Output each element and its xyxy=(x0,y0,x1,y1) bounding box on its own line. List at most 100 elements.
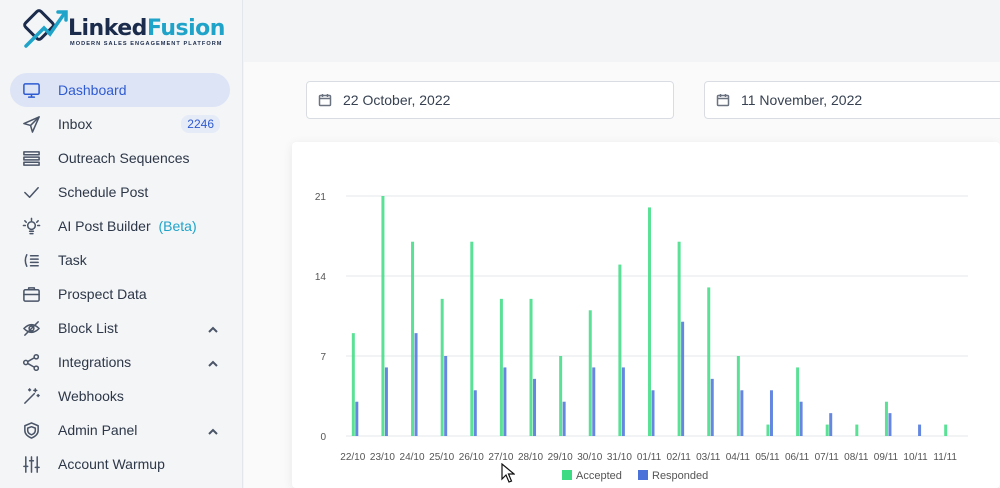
sidebar-item-admin-panel[interactable]: Admin Panel xyxy=(10,413,230,447)
bar-accepted xyxy=(707,287,711,436)
bar-responded xyxy=(829,413,833,436)
bar-responded xyxy=(503,367,507,436)
x-tick-label: 06/11 xyxy=(785,452,810,463)
legend-swatch xyxy=(562,470,572,480)
x-tick-label: 10/11 xyxy=(903,452,928,463)
connections-chart-card: 0 7 14 21 22/10 23/10 24/10 25/10 26/10 27/10 28/1… xyxy=(292,142,1000,488)
sidebar-item-webhooks[interactable]: Webhooks xyxy=(10,379,230,413)
x-tick-label: 28/10 xyxy=(518,452,543,463)
task-icon xyxy=(22,251,41,270)
bar-responded xyxy=(799,401,803,436)
end-date-value: 11 November, 2022 xyxy=(741,92,863,108)
x-tick-label: 01/11 xyxy=(637,452,662,463)
legend-label: Responded xyxy=(652,470,708,482)
sidebar-item-ai-post-builder[interactable]: AI Post Builder (Beta) xyxy=(10,209,230,243)
sidebar-item-label: Outreach Sequences xyxy=(58,150,190,166)
lightbulb-icon xyxy=(22,217,41,236)
bar-responded xyxy=(710,378,714,436)
chevron-up-icon[interactable] xyxy=(208,322,218,333)
sidebar-item-task[interactable]: Task xyxy=(10,243,230,277)
sidebar-item-block-list[interactable]: Block List xyxy=(10,311,230,345)
brand-name: LinkedFusion xyxy=(68,16,225,41)
x-tick-label: 30/10 xyxy=(577,452,602,463)
bar-accepted xyxy=(796,367,800,436)
x-tick-label: 26/10 xyxy=(459,452,484,463)
bar-responded xyxy=(888,413,892,436)
bar-accepted xyxy=(588,310,592,436)
x-tick-label: 24/10 xyxy=(400,452,425,463)
bar-responded xyxy=(592,367,596,436)
sidebar-item-account-warmup[interactable]: Account Warmup xyxy=(10,447,230,481)
x-tick-label: 23/10 xyxy=(370,452,395,463)
bar-responded xyxy=(621,367,625,436)
x-tick-label: 08/11 xyxy=(844,452,869,463)
end-date-picker[interactable]: 11 November, 2022 xyxy=(704,81,1000,119)
bar-responded xyxy=(444,356,448,436)
wand-icon xyxy=(22,387,41,406)
bar-responded xyxy=(918,424,922,436)
sidebar-item-inbox[interactable]: Inbox 2246 xyxy=(10,107,230,141)
x-tick-label: 31/10 xyxy=(607,452,632,463)
y-tick-label: 21 xyxy=(315,192,327,203)
bar-responded xyxy=(740,390,744,436)
sidebar-item-label: Account Warmup xyxy=(58,456,165,472)
bar-responded xyxy=(651,390,655,436)
y-tick-label: 7 xyxy=(320,352,326,363)
check-icon xyxy=(22,183,41,202)
sidebar-item-label: Dashboard xyxy=(58,82,127,98)
bar-accepted xyxy=(618,264,622,436)
bar-responded xyxy=(384,367,388,436)
start-date-picker[interactable]: 22 October, 2022 xyxy=(306,81,674,119)
shield-icon xyxy=(22,421,41,440)
sidebar-item-integrations[interactable]: Integrations xyxy=(10,345,230,379)
x-tick-label: 07/11 xyxy=(815,452,840,463)
bar-accepted xyxy=(499,298,503,436)
monitor-icon xyxy=(22,81,41,100)
bar-accepted xyxy=(736,356,740,436)
calendar-icon xyxy=(716,93,730,107)
bar-accepted xyxy=(559,356,563,436)
bar-responded xyxy=(769,390,773,436)
logo-mark-icon xyxy=(23,9,68,48)
bar-responded xyxy=(562,401,566,436)
list-icon xyxy=(22,149,41,168)
connections-bar-chart: 0 7 14 21 22/10 23/10 24/10 25/10 26/10 27/10 28/1… xyxy=(315,192,968,482)
bar-accepted xyxy=(825,424,829,436)
bar-accepted xyxy=(648,207,651,436)
eye-off-icon xyxy=(22,319,41,338)
bar-accepted xyxy=(351,333,355,436)
brand-logo[interactable]: LinkedFusion MODERN SALES ENGAGEMENT PLA… xyxy=(22,6,232,56)
sidebar-nav: Dashboard Inbox 2246 Outreach Sequences … xyxy=(10,73,230,481)
x-tick-label: 02/11 xyxy=(666,452,691,463)
bar-accepted xyxy=(381,196,385,436)
sliders-icon xyxy=(22,455,41,474)
x-tick-label: 22/10 xyxy=(340,452,365,463)
x-tick-label: 27/10 xyxy=(488,452,513,463)
sidebar-item-label: Webhooks xyxy=(58,388,124,404)
chevron-up-icon[interactable] xyxy=(208,356,218,367)
inbox-count-badge: 2246 xyxy=(181,115,220,133)
bar-accepted xyxy=(529,298,533,436)
sidebar-item-label: Integrations xyxy=(58,354,132,370)
sidebar-item-outreach-sequences[interactable]: Outreach Sequences xyxy=(10,141,230,175)
sidebar: LinkedFusion MODERN SALES ENGAGEMENT PLA… xyxy=(0,0,243,488)
sidebar-item-label: Block List xyxy=(58,320,118,336)
bar-accepted xyxy=(855,424,859,436)
x-tick-label: 03/11 xyxy=(696,452,721,463)
bar-accepted xyxy=(470,241,474,436)
brand-tagline: MODERN SALES ENGAGEMENT PLATFORM xyxy=(70,41,223,47)
bar-accepted xyxy=(766,424,770,436)
sidebar-item-dashboard[interactable]: Dashboard xyxy=(10,73,230,107)
main-content: 22 October, 2022 11 November, 2022 0 7 14 2… xyxy=(244,62,1000,488)
sidebar-item-label: Inbox xyxy=(58,116,93,132)
sidebar-item-schedule-post[interactable]: Schedule Post xyxy=(10,175,230,209)
bar-accepted xyxy=(411,241,415,436)
chevron-up-icon[interactable] xyxy=(208,424,218,435)
bar-accepted xyxy=(944,424,948,436)
sidebar-item-prospect-data[interactable]: Prospect Data xyxy=(10,277,230,311)
sidebar-item-label: AI Post Builder (Beta) xyxy=(58,218,197,234)
bar-responded xyxy=(681,321,685,436)
beta-tag: (Beta) xyxy=(158,218,197,234)
legend-swatch xyxy=(638,470,648,480)
y-tick-label: 0 xyxy=(320,432,326,443)
